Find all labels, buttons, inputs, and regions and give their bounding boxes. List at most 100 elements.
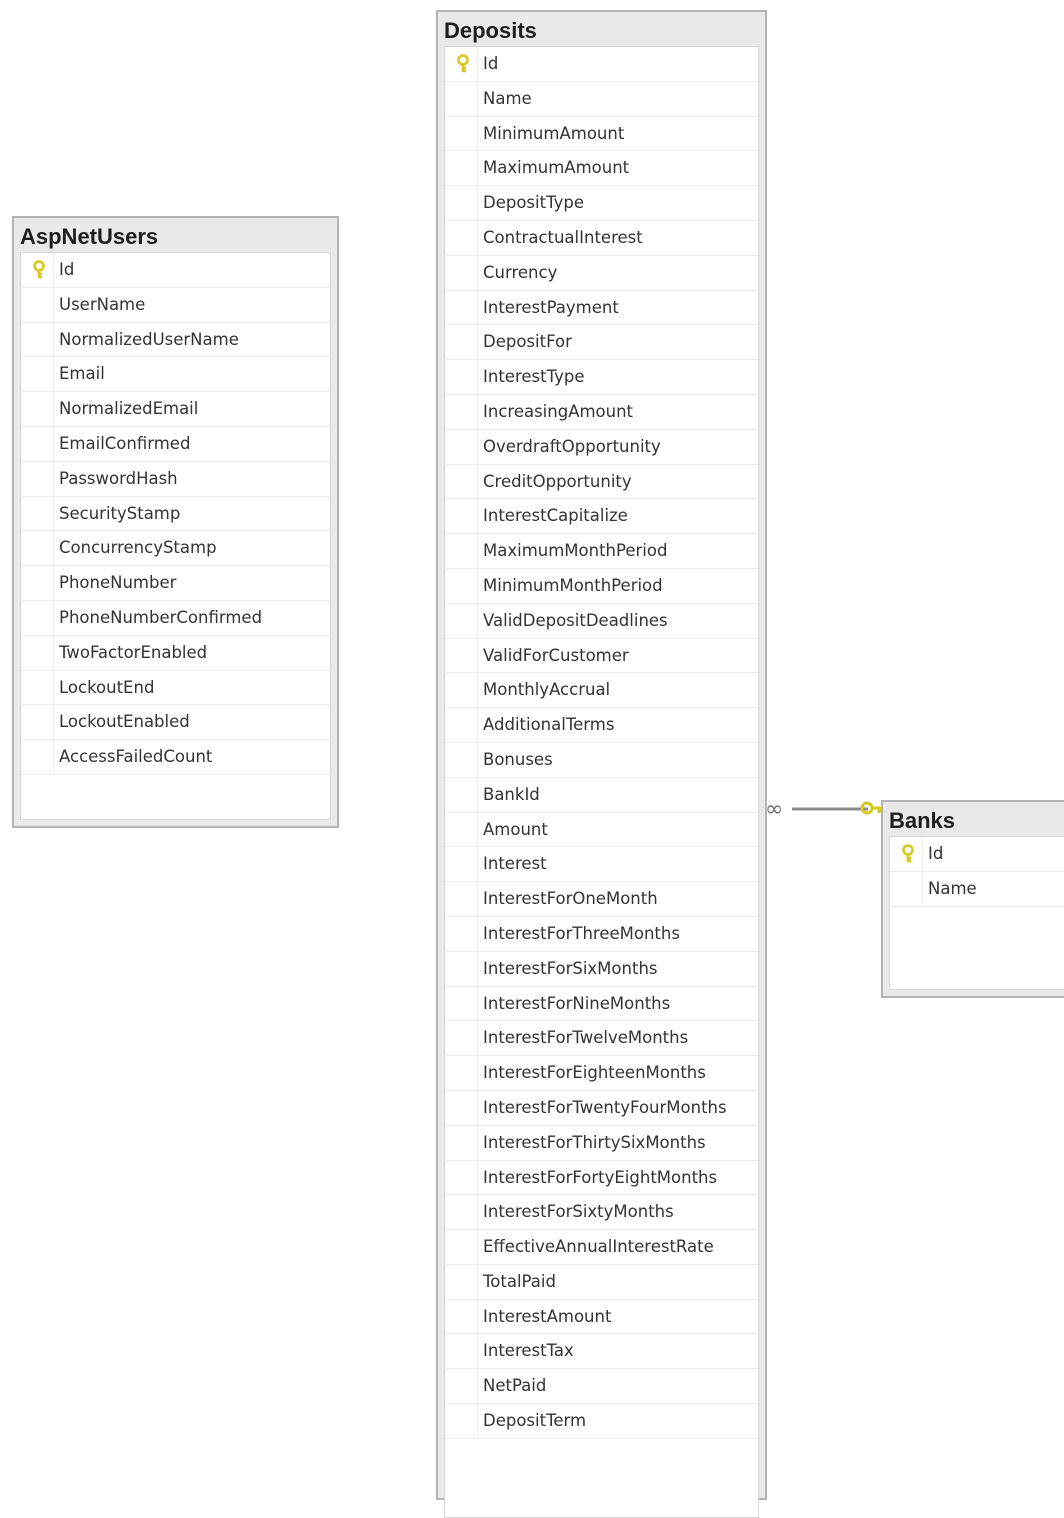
key-icon [902, 844, 914, 863]
key-column-cell [21, 392, 54, 426]
column-row[interactable]: IncreasingAmount [445, 394, 758, 430]
key-column-cell [445, 534, 478, 568]
key-column-cell [21, 635, 54, 670]
key-column-cell [445, 220, 478, 255]
key-column-cell [21, 322, 54, 357]
column-name: NormalizedEmail [59, 399, 199, 419]
column-row[interactable]: LockoutEnd [21, 670, 330, 706]
column-row[interactable]: MinimumAmount [445, 116, 758, 152]
infinity-icon: ∞ [765, 797, 783, 822]
column-row[interactable]: InterestForNineMonths [445, 986, 758, 1022]
column-row[interactable]: Interest [445, 847, 758, 883]
key-column-cell [21, 566, 54, 600]
column-row[interactable]: InterestForSixMonths [445, 951, 758, 987]
column-row[interactable]: DepositType [445, 186, 758, 221]
column-row[interactable]: SecurityStamp [21, 496, 330, 532]
key-column-cell [445, 1090, 478, 1125]
column-row[interactable]: Id [890, 837, 1064, 872]
column-list: Id Name [889, 836, 1064, 990]
column-row[interactable]: PhoneNumber [21, 566, 330, 601]
column-row[interactable]: InterestForThreeMonths [445, 916, 758, 952]
column-row[interactable]: ContractualInterest [445, 220, 758, 256]
column-row[interactable]: Bonuses [445, 742, 758, 778]
key-column-cell [445, 394, 478, 429]
column-row[interactable]: Email [21, 357, 330, 393]
column-row[interactable]: ValidForCustomer [445, 638, 758, 674]
key-column-cell [890, 871, 923, 906]
column-row[interactable]: AccessFailedCount [21, 740, 330, 775]
column-row[interactable]: CreditOpportunity [445, 464, 758, 500]
column-row[interactable]: Amount [445, 812, 758, 848]
column-row[interactable]: InterestForFortyEightMonths [445, 1160, 758, 1196]
column-name: MaximumAmount [483, 158, 630, 178]
column-row[interactable]: MaximumAmount [445, 151, 758, 187]
column-name: NetPaid [483, 1376, 547, 1396]
column-row[interactable]: PasswordHash [21, 461, 330, 497]
column-name: InterestAmount [483, 1306, 612, 1326]
column-name: EffectiveAnnualInterestRate [483, 1237, 714, 1257]
column-row[interactable]: ConcurrencyStamp [21, 531, 330, 567]
column-row[interactable]: InterestCapitalize [445, 499, 758, 535]
column-name: LockoutEnd [59, 677, 155, 697]
key-column-cell [445, 673, 478, 708]
key-column-cell [445, 1021, 478, 1056]
column-name: InterestForSixtyMonths [483, 1202, 674, 1222]
key-column-cell [21, 600, 54, 635]
column-row[interactable]: Currency [445, 255, 758, 291]
key-column-cell [445, 151, 478, 186]
column-row[interactable]: EffectiveAnnualInterestRate [445, 1230, 758, 1265]
column-row[interactable]: NormalizedUserName [21, 322, 330, 358]
column-name: ValidForCustomer [483, 645, 629, 665]
column-name: ValidDepositDeadlines [483, 610, 668, 630]
column-name: InterestForOneMonth [483, 889, 658, 909]
column-row[interactable]: InterestAmount [445, 1299, 758, 1335]
column-row[interactable]: AdditionalTerms [445, 708, 758, 743]
column-row[interactable]: TotalPaid [445, 1264, 758, 1300]
column-row[interactable]: Id [21, 253, 330, 288]
column-row[interactable]: Name [890, 871, 1064, 907]
column-row[interactable]: Id [445, 47, 758, 82]
key-column-cell [445, 499, 478, 534]
column-row[interactable]: NetPaid [445, 1369, 758, 1405]
column-row[interactable]: BankId [445, 777, 758, 813]
table-deposits[interactable]: Deposits Id Name MinimumAmount MaximumAmoun… [436, 10, 767, 1518]
column-row[interactable]: InterestForEighteenMonths [445, 1056, 758, 1091]
column-row[interactable]: UserName [21, 287, 330, 323]
column-row[interactable]: MaximumMonthPeriod [445, 534, 758, 569]
column-name: AdditionalTerms [483, 715, 615, 735]
column-name: Currency [483, 262, 558, 282]
column-row[interactable]: TwoFactorEnabled [21, 635, 330, 671]
column-name: Name [483, 88, 532, 108]
table-aspnetusers[interactable]: AspNetUsers Id UserName NormalizedUserName… [12, 216, 339, 828]
column-row[interactable]: InterestPayment [445, 290, 758, 326]
key-column-cell [890, 837, 923, 871]
column-row[interactable]: InterestForTwelveMonths [445, 1021, 758, 1057]
column-row[interactable]: InterestForSixtyMonths [445, 1195, 758, 1231]
column-row[interactable]: InterestForThirtySixMonths [445, 1125, 758, 1161]
key-column-cell [21, 705, 54, 740]
column-row[interactable]: InterestForOneMonth [445, 882, 758, 917]
key-column-cell [445, 986, 478, 1021]
column-row[interactable]: MinimumMonthPeriod [445, 568, 758, 604]
column-row[interactable]: PhoneNumberConfirmed [21, 600, 330, 636]
column-name: Interest [483, 854, 547, 874]
column-row[interactable]: ValidDepositDeadlines [445, 603, 758, 639]
column-row[interactable]: InterestType [445, 360, 758, 395]
column-row[interactable]: OverdraftOpportunity [445, 429, 758, 465]
key-column-cell [445, 325, 478, 360]
column-row[interactable]: LockoutEnabled [21, 705, 330, 741]
column-row[interactable]: InterestTax [445, 1334, 758, 1370]
key-column-cell [21, 531, 54, 566]
column-row[interactable]: NormalizedEmail [21, 392, 330, 427]
column-row[interactable]: MonthlyAccrual [445, 673, 758, 709]
column-row[interactable]: Name [445, 81, 758, 117]
column-row[interactable]: EmailConfirmed [21, 426, 330, 462]
key-column-cell [21, 287, 54, 322]
column-name: InterestTax [483, 1341, 574, 1361]
column-row[interactable]: DepositFor [445, 325, 758, 361]
key-column-cell [445, 638, 478, 673]
column-row[interactable]: InterestForTwentyFourMonths [445, 1090, 758, 1126]
table-banks[interactable]: Banks Id Name [881, 800, 1064, 998]
key-column-cell [445, 812, 478, 847]
column-row[interactable]: DepositTerm [445, 1404, 758, 1439]
